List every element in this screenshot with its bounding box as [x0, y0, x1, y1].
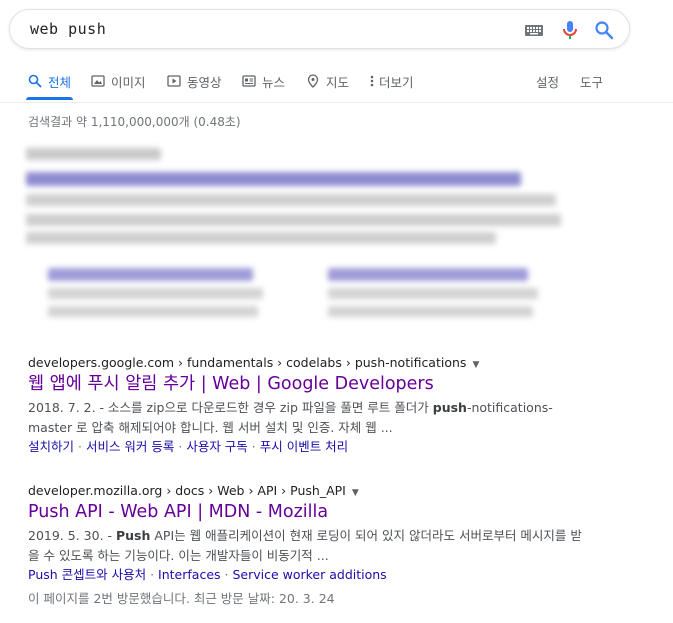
tab-label: 지도	[326, 75, 350, 90]
image-icon	[91, 75, 105, 87]
search-input[interactable]: web push	[30, 20, 106, 38]
sitelink[interactable]: 설치하기	[28, 439, 74, 454]
tab-label: 동영상	[187, 75, 222, 90]
result-title-link[interactable]: Push API - Web API | MDN - Mozilla	[28, 500, 588, 524]
tab-label: 뉴스	[262, 75, 286, 90]
sitelink[interactable]: Interfaces	[158, 567, 220, 582]
tab-more[interactable]: 더보기	[369, 72, 414, 100]
tools-link[interactable]: 도구	[580, 72, 603, 100]
sitelink[interactable]: 서비스 워커 등록	[86, 439, 174, 454]
tab-all[interactable]: 전체	[26, 72, 74, 100]
sitelink[interactable]: Push 콘셉트와 사용처	[28, 567, 146, 582]
dropdown-arrow-icon[interactable]: ▼	[472, 360, 479, 370]
search-tabs: 전체 이미지 동영상 뉴스 지도 더보기 설정 도구	[0, 70, 673, 103]
tab-label: 더보기	[379, 75, 414, 90]
search-result: developer.mozilla.org › docs › Web › API…	[28, 483, 588, 607]
news-icon	[242, 75, 256, 87]
result-url-text: developers.google.com › fundamentals › c…	[28, 355, 467, 370]
settings-link[interactable]: 설정	[536, 72, 559, 100]
sitelink[interactable]: 사용자 구독	[186, 439, 247, 454]
tab-news[interactable]: 뉴스	[242, 72, 285, 100]
tab-label: 이미지	[111, 75, 146, 90]
result-title-link[interactable]: 웹 앱에 푸시 알림 추가 | Web | Google Developers	[28, 372, 588, 396]
result-url-text: developer.mozilla.org › docs › Web › API…	[28, 483, 346, 498]
search-result: developers.google.com › fundamentals › c…	[28, 355, 588, 456]
sitelink[interactable]: 푸시 이벤트 처리	[260, 439, 348, 454]
visited-note: 이 페이지를 2번 방문했습니다. 최근 방문 날짜: 20. 3. 24	[28, 591, 335, 606]
sitelinks: 설치하기 · 서비스 워커 등록 · 사용자 구독 · 푸시 이벤트 처리	[28, 439, 349, 454]
tab-label: 전체	[48, 75, 72, 90]
tab-images[interactable]: 이미지	[91, 72, 146, 100]
search-icon[interactable]	[594, 20, 614, 40]
active-tab-indicator	[26, 97, 74, 100]
result-url[interactable]: developers.google.com › fundamentals › c…	[28, 355, 588, 370]
dropdown-arrow-icon[interactable]: ▼	[352, 488, 359, 498]
sitelinks: Push 콘셉트와 사용처 · Interfaces · Service wor…	[28, 567, 387, 582]
sitelink[interactable]: Service worker additions	[232, 567, 386, 582]
result-snippet: 2018. 7. 2. - 소스를 zip으로 다운로드한 경우 zip 파일을…	[28, 400, 553, 435]
search-icon	[28, 74, 42, 88]
tab-maps[interactable]: 지도	[306, 72, 349, 100]
blurred-result	[20, 138, 580, 338]
keyboard-icon[interactable]	[524, 20, 544, 40]
more-vert-icon	[370, 75, 374, 87]
microphone-icon[interactable]	[560, 20, 580, 40]
map-pin-icon	[307, 74, 319, 88]
settings-label: 설정	[536, 75, 560, 90]
result-snippet: 2019. 5. 30. - Push API는 웹 애플리케이션이 현재 로딩…	[28, 528, 582, 563]
tab-videos[interactable]: 동영상	[167, 72, 222, 100]
result-url[interactable]: developer.mozilla.org › docs › Web › API…	[28, 483, 588, 498]
search-box[interactable]: web push	[9, 9, 630, 49]
tools-label: 도구	[580, 75, 604, 90]
result-stats: 검색결과 약 1,110,000,000개 (0.48초)	[28, 115, 241, 129]
video-icon	[167, 75, 181, 87]
